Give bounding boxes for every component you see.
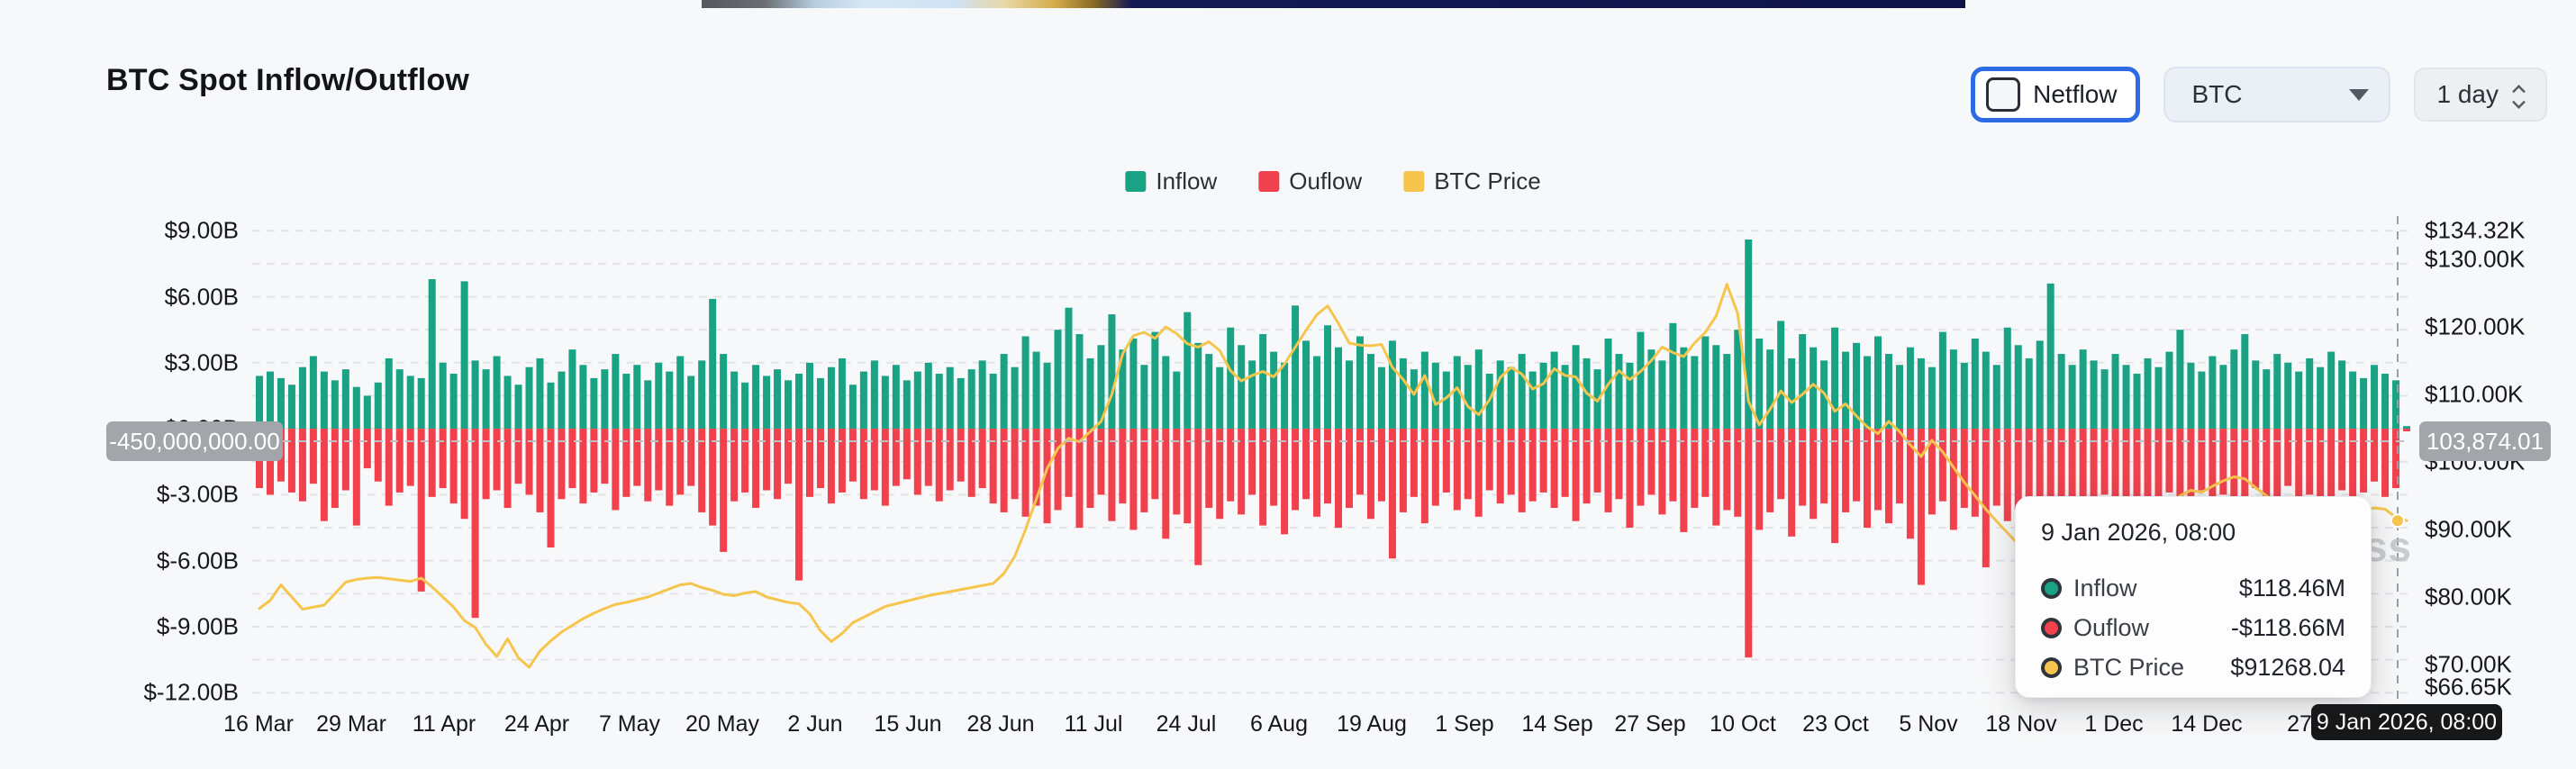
tooltip-series-marker-icon [2041,656,2062,678]
crosshair-date-badge: 9 Jan 2026, 08:00 [2311,704,2502,740]
chart-tooltip: 9 Jan 2026, 08:00 Inflow $118.46M Ouflow -$… [2015,496,2372,698]
tooltip-series-label: Ouflow [2073,613,2150,641]
tooltip-series-value: -$118.66M [2230,613,2345,641]
tooltip-series-value: $91268.04 [2230,653,2345,681]
tooltip-row: BTC Price $91268.04 [2041,647,2345,687]
tooltip-series-label: BTC Price [2073,653,2185,681]
tooltip-title: 9 Jan 2026, 08:00 [2041,519,2236,546]
crosshair-right-badge: 103,874.01 [2419,421,2551,461]
tooltip-series-label: Inflow [2073,574,2137,602]
crosshair-left-badge: -450,000,000.00 [106,421,283,461]
tooltip-series-marker-icon [2041,617,2062,638]
tooltip-row: Inflow $118.46M [2041,568,2345,608]
tooltip-row: Ouflow -$118.66M [2041,608,2345,647]
tooltip-series-value: $118.46M [2238,574,2345,602]
tooltip-series-marker-icon [2041,577,2062,599]
